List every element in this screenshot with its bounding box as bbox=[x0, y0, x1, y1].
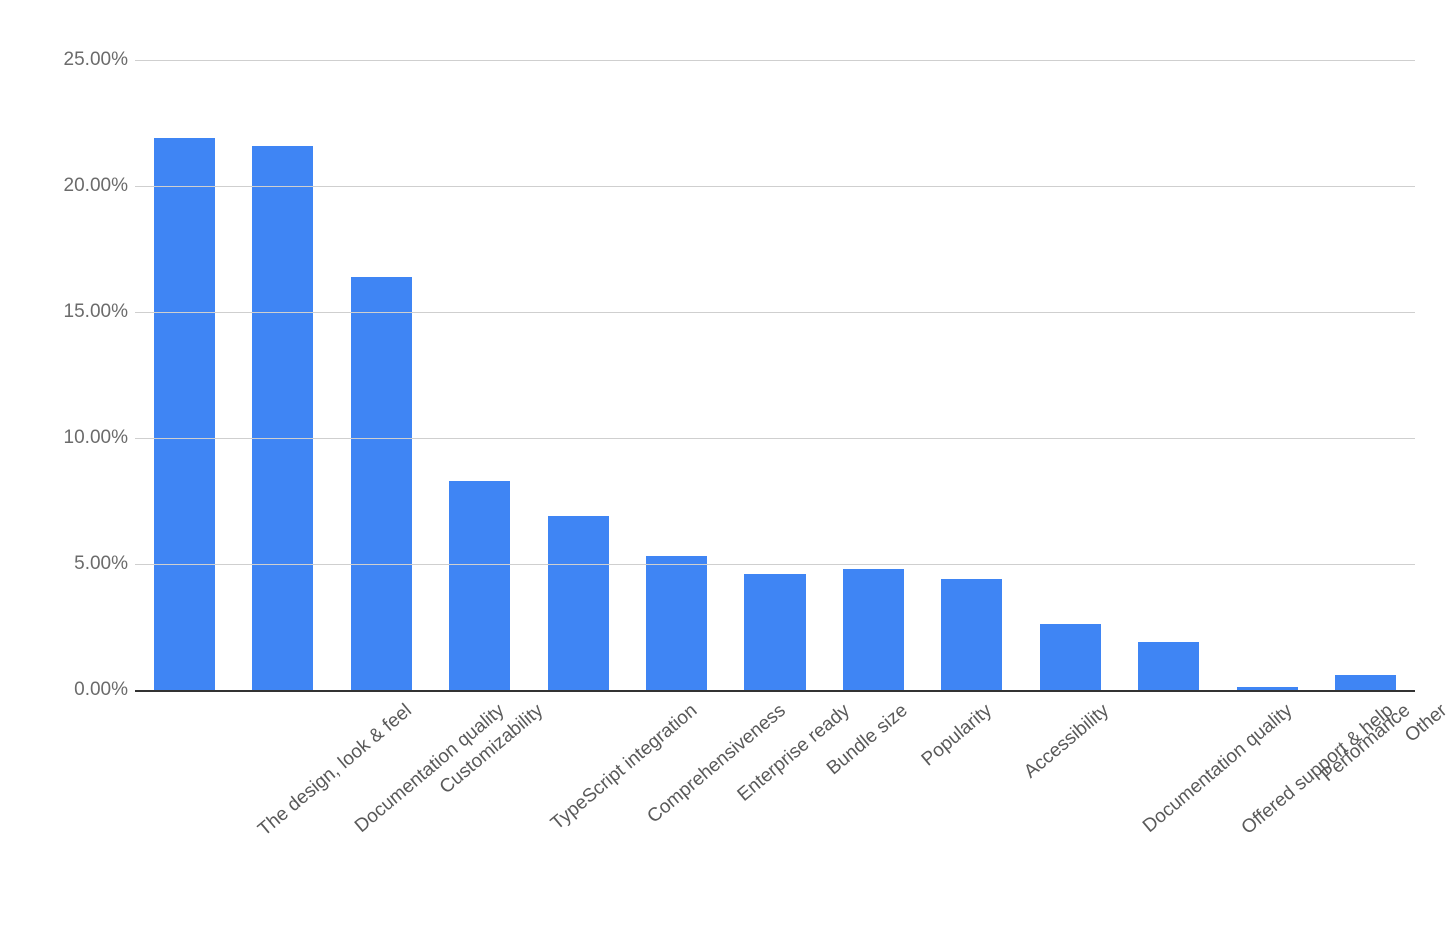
bar bbox=[548, 516, 609, 690]
gridline bbox=[135, 312, 1415, 313]
bar bbox=[941, 579, 1002, 690]
bar bbox=[154, 138, 215, 690]
x-axis-baseline bbox=[135, 690, 1415, 692]
x-tick-label: Popularity bbox=[918, 700, 997, 771]
gridline bbox=[135, 564, 1415, 565]
bar bbox=[1335, 675, 1396, 690]
bar bbox=[1040, 624, 1101, 690]
y-tick-label: 0.00% bbox=[74, 679, 128, 701]
gridline bbox=[135, 60, 1415, 61]
gridline bbox=[135, 186, 1415, 187]
x-tick-label: TypeScript integration bbox=[547, 700, 702, 835]
bar bbox=[252, 146, 313, 690]
bar bbox=[1138, 642, 1199, 690]
bar bbox=[843, 569, 904, 690]
y-tick-label: 15.00% bbox=[64, 301, 128, 323]
bar bbox=[449, 481, 510, 690]
bar-chart: 0.00% 5.00% 10.00% 15.00% 20.00% 25.00% The d… bbox=[0, 0, 1448, 940]
bars-container bbox=[135, 60, 1415, 690]
bar bbox=[351, 277, 412, 690]
y-tick-label: 10.00% bbox=[64, 427, 128, 449]
bar bbox=[744, 574, 805, 690]
x-axis-labels: The design, look & feelDocumentation qua… bbox=[135, 700, 1415, 920]
y-tick-label: 25.00% bbox=[64, 49, 128, 71]
y-tick-label: 5.00% bbox=[74, 553, 128, 575]
x-tick-label: The design, look & feel bbox=[254, 700, 416, 841]
x-tick-label: Other bbox=[1401, 700, 1448, 747]
plot-area bbox=[135, 60, 1415, 690]
y-tick-label: 20.00% bbox=[64, 175, 128, 197]
x-tick-label: Accessibility bbox=[1021, 700, 1114, 783]
bar bbox=[646, 556, 707, 690]
gridline bbox=[135, 438, 1415, 439]
